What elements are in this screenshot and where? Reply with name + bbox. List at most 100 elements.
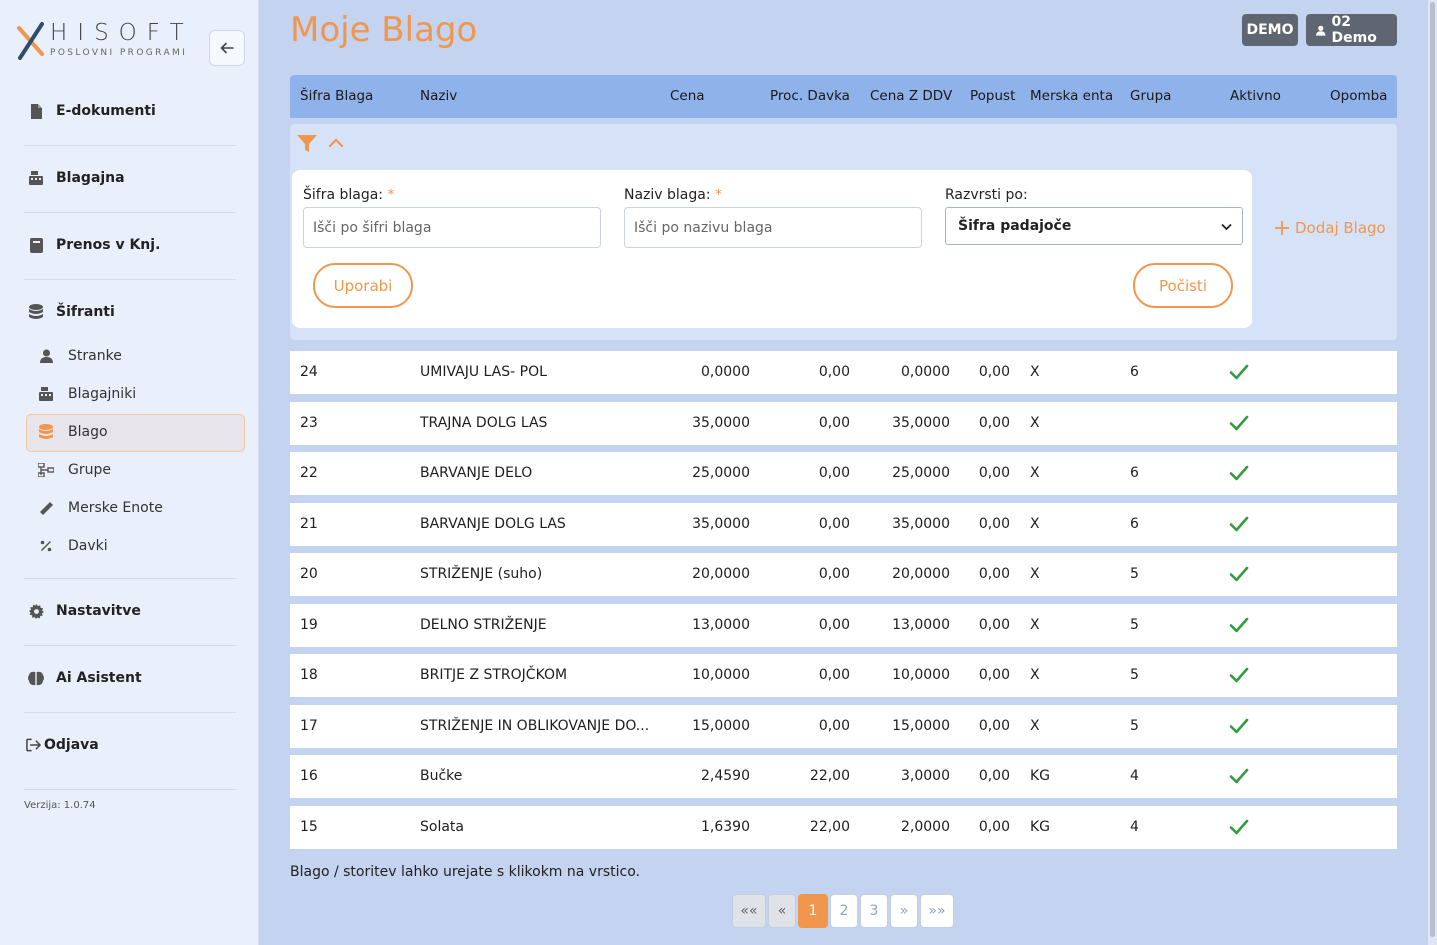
cell-popust: 0,00 (978, 566, 1010, 582)
sidebar-item-sifranti[interactable]: Šifranti (28, 300, 115, 324)
table-header: Šifra Blaga Naziv Cena Proc. Davka Cena … (290, 75, 1397, 118)
brand-logo[interactable]: HISOFT POSLOVNI PROGRAMI (16, 18, 196, 62)
pagination-page-3[interactable]: 3 (860, 894, 888, 928)
pagination-page-1[interactable]: 1 (798, 894, 828, 928)
sort-select-value: Šifra padajoče (958, 218, 1072, 234)
cell-cena: 10,0000 (692, 667, 750, 683)
sidebar-item-blagajna[interactable]: Blagajna (28, 166, 125, 190)
column-header-opomba[interactable]: Opomba (1330, 88, 1387, 104)
cell-merska-enota: X (1030, 516, 1040, 532)
cell-cena: 0,0000 (701, 364, 750, 380)
pagination-last-button[interactable]: »» (920, 894, 954, 928)
cell-sifra: 22 (300, 465, 318, 481)
sidebar-collapse-button[interactable] (209, 30, 245, 66)
table-row[interactable]: 15 Solata 1,6390 22,00 2,0000 0,00 KG 4 (290, 806, 1397, 849)
clear-button[interactable]: Počisti (1133, 263, 1233, 308)
sidebar-item-prenos[interactable]: Prenos v Knj. (28, 233, 160, 257)
apply-button[interactable]: Uporabi (313, 263, 413, 308)
column-header-merska-enota[interactable]: Merska enta (1030, 88, 1113, 104)
cell-cena: 15,0000 (692, 718, 750, 734)
cell-grupa: 4 (1130, 819, 1139, 835)
divider (24, 212, 236, 213)
cell-grupa: 5 (1130, 617, 1139, 633)
table-row[interactable]: 19 DELNO STRIŽENJE 13,0000 0,00 13,0000 0,00 X… (290, 604, 1397, 647)
table-row[interactable]: 20 STRIŽENJE (suho) 20,0000 0,00 20,0000 0,00… (290, 553, 1397, 596)
pagination-page-2[interactable]: 2 (830, 894, 858, 928)
sidebar-subitem-blagajniki[interactable]: Blagajniki (38, 382, 136, 406)
sidebar-subitem-davki[interactable]: Davki (38, 534, 108, 558)
cell-proc-davka: 0,00 (818, 465, 850, 481)
user-menu-button[interactable]: 02 Demo (1306, 14, 1397, 46)
cell-proc-davka: 0,00 (818, 364, 850, 380)
table-row[interactable]: 21 BARVANJE DOLG LAS 35,0000 0,00 35,0000 0,0… (290, 503, 1397, 546)
cell-cena: 2,4590 (701, 768, 750, 784)
cell-naziv: DELNO STRIŽENJE (420, 617, 547, 633)
column-header-sifra[interactable]: Šifra Blaga (300, 88, 373, 104)
pagination-prev-button[interactable]: « (768, 894, 796, 928)
sidebar-subitem-blago[interactable]: Blago (38, 420, 108, 444)
column-header-naziv[interactable]: Naziv (420, 88, 457, 104)
column-header-aktivno[interactable]: Aktivno (1230, 88, 1281, 104)
database-icon (28, 304, 44, 320)
sidebar-item-ai-asistent[interactable]: Ai Asistent (28, 666, 142, 690)
cell-naziv: BARVANJE DELO (420, 465, 533, 481)
sidebar-item-label: E-dokumenti (56, 103, 156, 119)
cell-grupa: 6 (1130, 364, 1139, 380)
pagination-next-button[interactable]: » (890, 894, 918, 928)
table-row[interactable]: 22 BARVANJE DELO 25,0000 0,00 25,0000 0,00 X 6 (290, 452, 1397, 495)
sort-select[interactable]: Šifra padajoče (945, 207, 1243, 245)
brand-tagline: POSLOVNI PROGRAMI (50, 48, 188, 58)
table-row[interactable]: 16 Bučke 2,4590 22,00 3,0000 0,00 KG 4 (290, 755, 1397, 798)
column-header-cena-ddv[interactable]: Cena Z DDV (870, 88, 952, 104)
sidebar-item-e-dokumenti[interactable]: E-dokumenti (28, 99, 156, 123)
arrow-left-icon (220, 42, 234, 54)
sidebar-subitem-label: Blago (68, 424, 108, 440)
cell-naziv: STRIŽENJE (suho) (420, 566, 543, 582)
sidebar-item-nastavitve[interactable]: Nastavitve (28, 599, 141, 623)
naziv-search-input[interactable] (624, 207, 922, 248)
cell-popust: 0,00 (978, 465, 1010, 481)
filter-icon[interactable] (297, 135, 317, 153)
column-header-popust[interactable]: Popust (970, 88, 1015, 104)
column-header-proc-davka[interactable]: Proc. Davka (770, 88, 850, 104)
cell-merska-enota: KG (1030, 768, 1051, 784)
cell-cena-ddv: 35,0000 (892, 516, 950, 532)
cell-sifra: 16 (300, 768, 318, 784)
demo-button[interactable]: DEMO (1242, 14, 1298, 46)
sidebar-subitem-grupe[interactable]: Grupe (38, 458, 111, 482)
database-icon (38, 424, 54, 440)
percent-icon (38, 538, 54, 554)
cell-merska-enota: X (1030, 718, 1040, 734)
sifra-search-input[interactable] (303, 207, 601, 248)
cell-proc-davka: 0,00 (818, 718, 850, 734)
column-header-cena[interactable]: Cena (670, 88, 705, 104)
sidebar-item-odjava[interactable]: Odjava (26, 733, 99, 757)
sidebar-item-label: Blagajna (56, 170, 125, 186)
table-row[interactable]: 23 TRAJNA DOLG LAS 35,0000 0,00 35,0000 0,00 X (290, 402, 1397, 445)
pagination-first-button[interactable]: «« (732, 894, 766, 928)
cell-proc-davka: 0,00 (818, 667, 850, 683)
cell-cena-ddv: 20,0000 (892, 566, 950, 582)
sidebar-subitem-label: Grupe (68, 462, 111, 478)
column-header-grupa[interactable]: Grupa (1130, 88, 1171, 104)
filter-panel: Šifra blaga: * Naziv blaga: * Razvrsti p… (290, 124, 1397, 340)
cell-cena-ddv: 3,0000 (901, 768, 950, 784)
table-row[interactable]: 18 BRITJE Z STROJČKOM 10,0000 0,00 10,0000 0,… (290, 654, 1397, 697)
table-row[interactable]: 17 STRIŽENJE IN OBLIKOVANJE DO... 15,0000 0… (290, 705, 1397, 748)
sidebar-subitem-merske-enote[interactable]: Merske Enote (38, 496, 163, 520)
check-icon (1229, 718, 1249, 734)
add-item-button[interactable]: Dodaj Blago (1275, 219, 1386, 237)
cell-naziv: STRIŽENJE IN OBLIKOVANJE DO... (420, 718, 650, 734)
table-row[interactable]: 24 UMIVAJU LAS- POL 0,0000 0,00 0,0000 0,00 X 6 (290, 351, 1397, 394)
cell-merska-enota: X (1030, 566, 1040, 582)
check-icon (1229, 364, 1249, 380)
divider (24, 645, 236, 646)
sifra-label-text: Šifra blaga: (303, 187, 384, 203)
scrollbar-thumb[interactable] (1430, 2, 1435, 937)
sifra-label: Šifra blaga: * (303, 187, 394, 203)
chevron-up-icon[interactable] (328, 138, 344, 148)
sidebar-subitem-stranke[interactable]: Stranke (38, 344, 122, 368)
cell-proc-davka: 0,00 (818, 415, 850, 431)
ruler-icon (38, 500, 54, 516)
cell-merska-enota: X (1030, 617, 1040, 633)
